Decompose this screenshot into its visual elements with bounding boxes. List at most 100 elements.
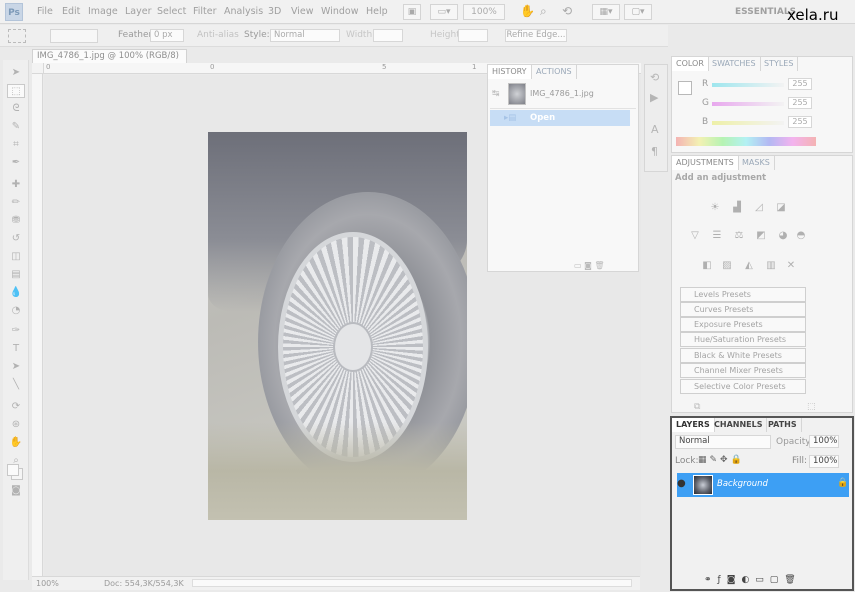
color-spectrum-ramp[interactable] [676,137,816,146]
bridge-icon[interactable]: ▣ [403,4,421,20]
preset-hue-saturation[interactable]: Hue/Saturation Presets [680,332,806,347]
tab-swatches[interactable]: SWATCHES [708,57,761,71]
history-dock-icon[interactable]: ⟲ [650,71,659,84]
fill-input[interactable]: 100% [809,455,839,468]
layers-footer-icons[interactable]: ⚭ƒ◙◐▭▢🗑 [704,575,802,585]
background-color-swatch[interactable] [7,464,19,476]
ruler-origin[interactable] [32,63,44,74]
blur-tool-icon[interactable]: 💧 [7,286,25,300]
menu-image[interactable]: Image [88,6,118,17]
quick-mask-icon[interactable]: ◙ [7,484,25,498]
zoom-icon[interactable]: ⌕ [540,4,547,19]
antialias-checkbox[interactable]: Anti-alias [197,30,239,40]
marquee-preset-icon[interactable] [8,29,26,43]
quick-selection-icon[interactable]: ✎ [7,120,25,134]
eyedropper-icon[interactable]: ✒ [7,156,25,170]
history-footer-icons[interactable]: ▭ ◙ 🗑 [574,261,605,270]
style-select[interactable]: Normal [270,29,340,42]
eraser-tool-icon[interactable]: ◫ [7,250,25,264]
healing-brush-icon[interactable]: ✚ [7,178,25,192]
selective-color-icon[interactable]: ✕ [784,260,798,272]
menu-filter[interactable]: Filter [193,6,217,17]
path-selection-icon[interactable]: ➤ [7,360,25,374]
gradient-map-icon[interactable]: ▥ [764,260,778,272]
channel-mixer-icon[interactable]: ◓ [794,230,808,242]
red-value[interactable]: 255 [788,78,812,90]
hand-tool-icon[interactable]: ✋ [7,436,25,450]
preset-channel-mixer[interactable]: Channel Mixer Presets [680,363,806,378]
marquee-tool-icon[interactable]: ⬚ [7,84,25,98]
tab-history[interactable]: HISTORY [488,65,532,79]
menu-window[interactable]: Window [321,6,358,17]
feather-input[interactable]: 0 px [150,29,184,42]
green-value[interactable]: 255 [788,97,812,109]
layer-row-background[interactable]: ● Background 🔒 [677,473,849,497]
hue-saturation-icon[interactable]: ☰ [710,230,724,242]
threshold-icon[interactable]: ◭ [742,260,756,272]
menu-edit[interactable]: Edit [62,6,80,17]
preset-exposure[interactable]: Exposure Presets [680,317,806,332]
foreground-color-chip[interactable] [678,81,692,95]
blue-value[interactable]: 255 [788,116,812,128]
levels-icon[interactable]: ▟ [730,202,744,214]
menu-analysis[interactable]: Analysis [224,6,263,17]
preset-black-white[interactable]: Black & White Presets [680,348,806,363]
black-white-icon[interactable]: ◩ [754,230,768,242]
invert-icon[interactable]: ◧ [700,260,714,272]
lock-icons[interactable]: ▦✎✥🔒 [698,455,745,465]
clone-stamp-icon[interactable]: ⛃ [7,214,25,228]
lasso-tool-icon[interactable]: ᘓ [7,102,25,116]
eye-icon[interactable]: ● [677,478,686,489]
zoom-level-select[interactable]: 100% [463,4,505,20]
character-dock-icon[interactable]: A [651,123,659,136]
menu-select[interactable]: Select [157,6,186,17]
rotate-view-icon[interactable]: ⟲ [562,4,572,18]
width-input[interactable] [373,29,403,42]
move-tool-icon[interactable]: ➤ [7,66,25,80]
3d-rotate-icon[interactable]: ⟳ [7,400,25,414]
preset-curves[interactable]: Curves Presets [680,302,806,317]
gradient-tool-icon[interactable]: ▤ [7,268,25,282]
horizontal-scrollbar[interactable] [192,579,632,587]
curves-icon[interactable]: ◿ [752,202,766,214]
blue-slider[interactable] [712,121,784,125]
opacity-input[interactable]: 100% [809,435,839,448]
menu-layer[interactable]: Layer [125,6,152,17]
pen-tool-icon[interactable]: ✑ [7,324,25,338]
brightness-contrast-icon[interactable]: ☀ [708,202,722,214]
refine-edge-button[interactable]: Refine Edge... [505,29,567,42]
tab-styles[interactable]: STYLES [760,57,799,71]
tab-paths[interactable]: PATHS [764,418,802,432]
adjustment-visibility-icon[interactable]: ⬚ [807,402,816,412]
vibrance-icon[interactable]: ▽ [688,230,702,242]
color-balance-icon[interactable]: ⚖ [732,230,746,242]
shape-tool-icon[interactable]: ╲ [7,378,25,392]
red-slider[interactable] [712,83,784,87]
blend-mode-select[interactable]: Normal [675,435,771,449]
document-tab[interactable]: IMG_4786_1.jpg @ 100% (RGB/8) × [32,49,187,74]
history-brush-icon[interactable]: ↺ [7,232,25,246]
document-image[interactable] [208,132,467,520]
menu-help[interactable]: Help [366,6,388,17]
3d-orbit-icon[interactable]: ⊛ [7,418,25,432]
crop-tool-icon[interactable]: ⌗ [7,138,25,152]
menu-file[interactable]: File [37,6,53,17]
doc-size-status[interactable]: Doc: 554,3K/554,3K [104,577,184,590]
history-state-open[interactable]: ▸▤ Open [490,110,630,126]
tab-layers[interactable]: LAYERS [672,418,715,432]
zoom-status[interactable]: 100% [36,577,59,590]
menu-3d[interactable]: 3D [268,6,281,17]
dodge-tool-icon[interactable]: ◔ [7,304,25,318]
history-snapshot[interactable]: ↹ IMG_4786_1.jpg [490,81,636,109]
posterize-icon[interactable]: ▨ [720,260,734,272]
preset-levels[interactable]: Levels Presets [680,287,806,302]
view-extras-icon[interactable]: ▭▾ [430,4,458,20]
tab-masks[interactable]: MASKS [738,156,775,170]
tab-color[interactable]: COLOR [672,57,709,71]
paragraph-dock-icon[interactable]: ¶ [651,145,658,158]
selection-mode-icons[interactable] [50,29,98,43]
type-tool-icon[interactable]: T [7,342,25,356]
height-input[interactable] [458,29,488,42]
tab-adjustments[interactable]: ADJUSTMENTS [672,156,739,170]
brush-tool-icon[interactable]: ✏ [7,196,25,210]
